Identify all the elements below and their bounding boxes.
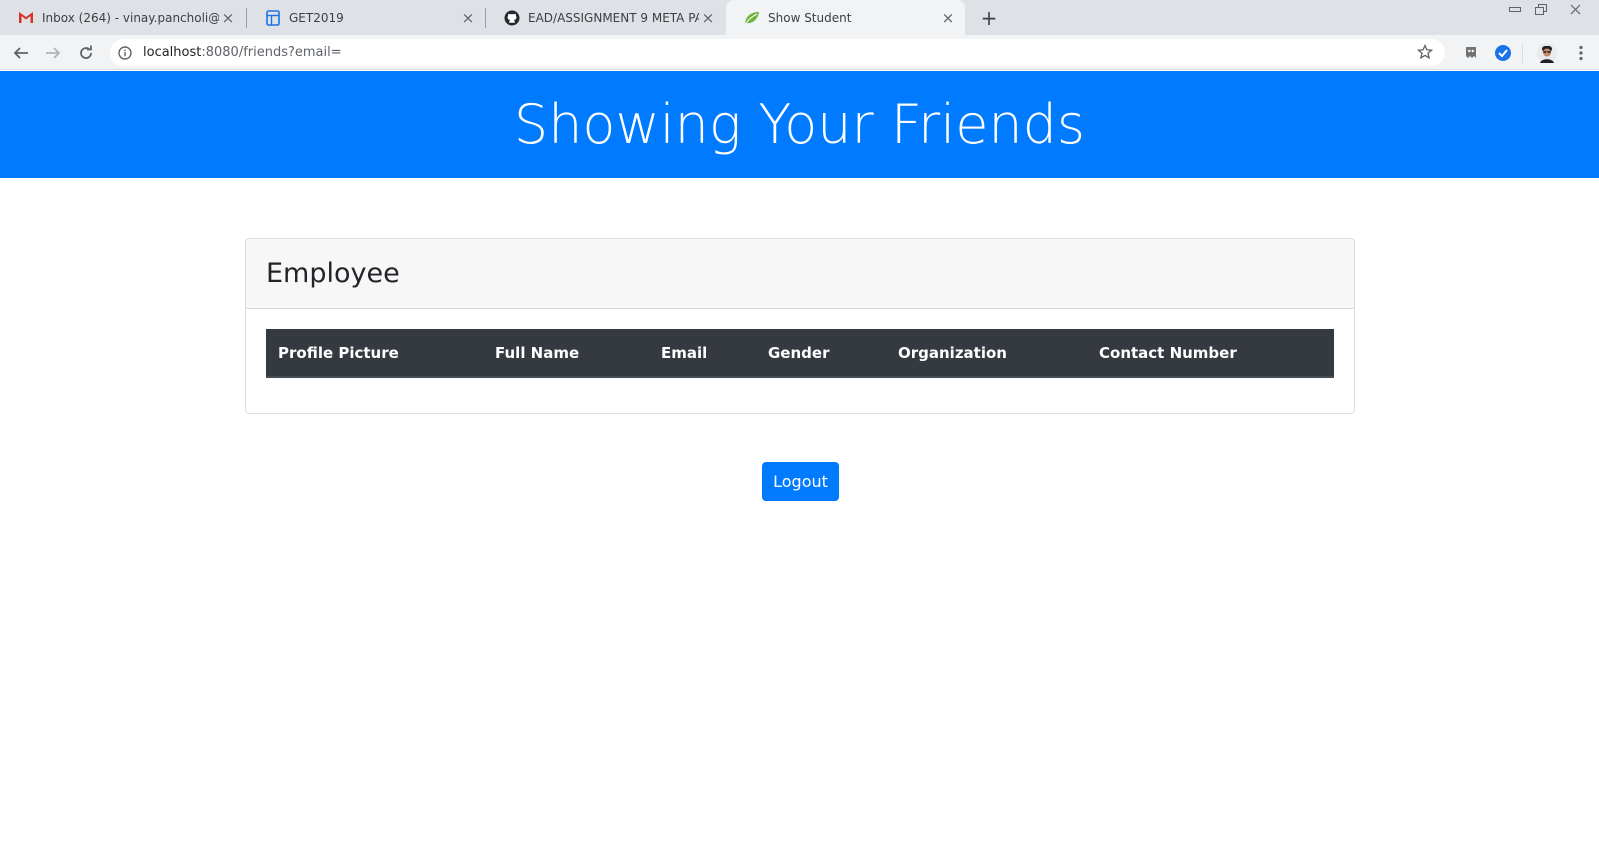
url-path: :8080/friends?email= <box>201 45 342 60</box>
url-host: localhost <box>143 45 202 60</box>
forward-icon[interactable] <box>39 39 67 67</box>
column-header-gender: Gender <box>756 329 886 378</box>
github-icon <box>504 10 520 26</box>
page-title: Showing Your Friends <box>513 93 1086 156</box>
ghostery-extension-icon[interactable] <box>1460 42 1482 64</box>
close-icon[interactable]: × <box>699 9 717 27</box>
menu-kebab-icon[interactable] <box>1570 42 1592 64</box>
card-header: Employee <box>246 239 1354 309</box>
avatar[interactable] <box>1536 42 1558 64</box>
tab-github[interactable]: EAD/ASSIGNMENT 9 META PARK × <box>486 0 725 35</box>
column-header-email: Email <box>649 329 756 378</box>
spring-leaf-icon <box>744 10 760 26</box>
toolbar-divider <box>1522 43 1523 63</box>
window-close-icon[interactable] <box>1560 0 1590 18</box>
header-banner: Showing Your Friends <box>0 71 1599 178</box>
tab-label: Inbox (264) - vinay.pancholi@me <box>42 10 219 25</box>
reload-icon[interactable] <box>72 39 100 67</box>
tab-strip: Inbox (264) - vinay.pancholi@me × GET201… <box>0 0 1599 35</box>
tab-label: GET2019 <box>289 10 344 25</box>
tab-show-student[interactable]: Show Student × <box>726 0 965 35</box>
close-icon[interactable]: × <box>459 9 477 27</box>
tab-label: Show Student <box>768 10 852 25</box>
table-header-row: Profile Picture Full Name Email Gender O… <box>266 329 1334 378</box>
column-header-profile-picture: Profile Picture <box>266 329 483 378</box>
tab-gmail[interactable]: Inbox (264) - vinay.pancholi@me × <box>0 0 245 35</box>
sheets-icon <box>265 9 281 26</box>
shield-extension-icon[interactable] <box>1492 42 1514 64</box>
address-bar[interactable]: localhost:8080/friends?email= <box>110 39 1445 66</box>
tab-get2019[interactable]: GET2019 × <box>247 0 485 35</box>
bookmark-star-icon[interactable] <box>1416 43 1435 62</box>
close-icon[interactable]: × <box>219 9 237 27</box>
browser-toolbar: localhost:8080/friends?email= <box>0 35 1599 70</box>
column-header-full-name: Full Name <box>483 329 649 378</box>
card-title: Employee <box>266 258 400 289</box>
friends-table: Profile Picture Full Name Email Gender O… <box>266 329 1334 378</box>
column-header-contact-number: Contact Number <box>1087 329 1334 378</box>
back-icon[interactable] <box>7 39 35 67</box>
card-body: Profile Picture Full Name Email Gender O… <box>246 309 1354 398</box>
column-header-organization: Organization <box>886 329 1087 378</box>
close-icon[interactable]: × <box>939 9 957 27</box>
logout-button[interactable]: Logout <box>762 462 839 501</box>
restore-icon[interactable] <box>1526 0 1556 18</box>
employee-card: Employee Profile Picture Full Name Email… <box>245 238 1355 414</box>
tab-label: EAD/ASSIGNMENT 9 META PARK <box>528 10 699 25</box>
info-icon[interactable] <box>117 45 133 61</box>
table-head: Profile Picture Full Name Email Gender O… <box>266 329 1334 378</box>
gmail-icon <box>18 10 34 26</box>
new-tab-button[interactable]: + <box>975 4 1003 32</box>
